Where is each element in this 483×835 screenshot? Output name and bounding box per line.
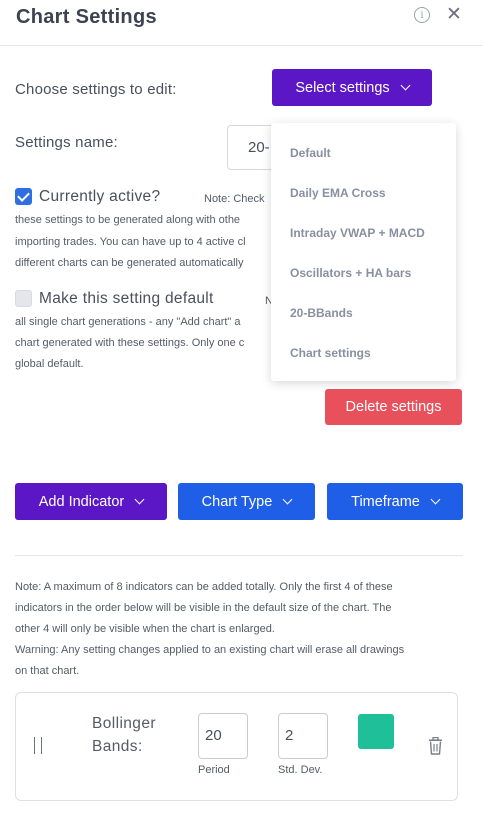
indicator-color-swatch[interactable] bbox=[358, 714, 394, 749]
indicator-card: Bollinger Bands: 20 Period 2 Std. Dev. bbox=[15, 692, 458, 801]
header: Chart Settings i ✕ bbox=[0, 0, 483, 46]
chart-type-button[interactable]: Chart Type bbox=[178, 483, 315, 520]
dropdown-item-daily-ema-cross[interactable]: Daily EMA Cross bbox=[290, 186, 386, 200]
timeframe-label: Timeframe bbox=[351, 493, 420, 510]
chevron-down-icon bbox=[282, 494, 293, 505]
currently-active-checkbox[interactable] bbox=[15, 188, 32, 205]
close-icon[interactable]: ✕ bbox=[446, 5, 462, 25]
dropdown-item-default[interactable]: Default bbox=[290, 146, 331, 160]
settings-dropdown-menu: Default Daily EMA Cross Intraday VWAP + … bbox=[271, 123, 456, 381]
default-note-line: all single chart generations - any "Add … bbox=[15, 316, 241, 328]
warning-line: on that chart. bbox=[15, 665, 80, 677]
chevron-down-icon bbox=[400, 80, 411, 91]
dropdown-item-intraday-vwap-macd[interactable]: Intraday VWAP + MACD bbox=[290, 226, 425, 240]
chevron-down-icon bbox=[134, 494, 145, 505]
settings-name-label: Settings name: bbox=[15, 134, 118, 151]
currently-active-label: Currently active? bbox=[39, 188, 161, 205]
trash-icon[interactable] bbox=[428, 737, 443, 755]
timeframe-button[interactable]: Timeframe bbox=[327, 483, 463, 520]
add-indicator-button[interactable]: Add Indicator bbox=[15, 483, 167, 520]
dropdown-item-chart-settings[interactable]: Chart settings bbox=[290, 346, 371, 360]
make-default-label: Make this setting default bbox=[39, 290, 214, 307]
page-title: Chart Settings bbox=[16, 6, 157, 28]
period-label: Period bbox=[198, 764, 230, 776]
default-note-line: chart generated with these settings. Onl… bbox=[15, 337, 245, 349]
indicator-name: Bollinger bbox=[92, 715, 156, 732]
delete-settings-button[interactable]: Delete settings bbox=[325, 389, 462, 425]
dropdown-item-oscillators-ha-bars[interactable]: Oscillators + HA bars bbox=[290, 266, 411, 280]
note-line: indicators in the order below will be vi… bbox=[15, 602, 392, 614]
std-dev-label: Std. Dev. bbox=[278, 764, 323, 776]
select-settings-button[interactable]: Select settings bbox=[272, 69, 432, 106]
note-line: other 4 will only be visible when the ch… bbox=[15, 623, 275, 635]
divider bbox=[15, 555, 463, 556]
active-note-line: these settings to be generated along wit… bbox=[15, 214, 241, 226]
add-indicator-label: Add Indicator bbox=[38, 493, 125, 510]
active-note: Note: Check bbox=[204, 193, 265, 205]
std-dev-input[interactable]: 2 bbox=[278, 713, 328, 759]
default-note-line: global default. bbox=[15, 358, 84, 370]
active-note-line: importing trades. You can have up to 4 a… bbox=[15, 236, 246, 248]
make-default-checkbox[interactable] bbox=[15, 290, 32, 307]
drag-handle-icon[interactable] bbox=[34, 737, 42, 754]
indicator-name: Bands: bbox=[92, 738, 143, 755]
chart-type-label: Chart Type bbox=[201, 493, 273, 510]
select-settings-label: Select settings bbox=[295, 79, 390, 96]
active-note-line: different charts can be generated automa… bbox=[15, 257, 244, 269]
choose-settings-label: Choose settings to edit: bbox=[15, 81, 177, 98]
note-line: Note: A maximum of 8 indicators can be a… bbox=[15, 581, 393, 593]
chevron-down-icon bbox=[430, 494, 441, 505]
dropdown-item-20-bbands[interactable]: 20-BBands bbox=[290, 306, 353, 320]
info-icon[interactable]: i bbox=[414, 7, 430, 23]
warning-line: Warning: Any setting changes applied to … bbox=[15, 644, 405, 656]
period-input[interactable]: 20 bbox=[198, 713, 248, 759]
